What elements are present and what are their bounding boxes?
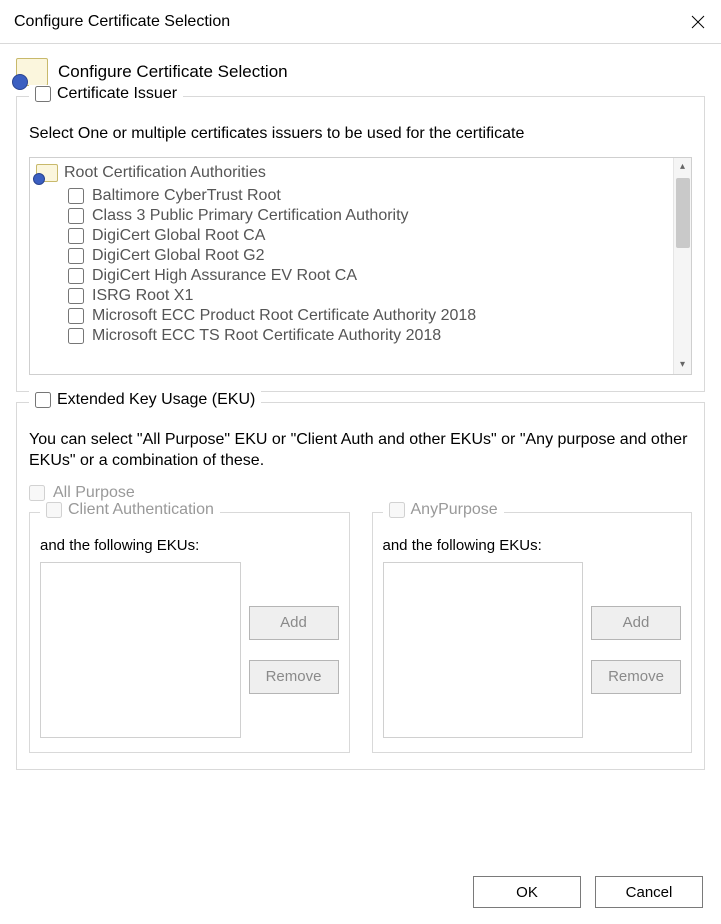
eku-instruction: You can select "All Purpose" EKU or "Cli… [29, 429, 692, 472]
issuer-item-label: Baltimore CyberTrust Root [92, 187, 281, 205]
issuer-item-checkbox[interactable] [68, 308, 84, 324]
eku-label: Extended Key Usage (EKU) [57, 391, 255, 409]
panel-any-purpose: AnyPurpose and the following EKUs: Add R… [372, 512, 693, 753]
certificate-icon [16, 58, 48, 86]
issuer-item-label: ISRG Root X1 [92, 287, 193, 305]
client-auth-legend-label: Client Authentication [68, 501, 214, 519]
scrollbar[interactable]: ▴ ▾ [673, 158, 691, 374]
issuer-item[interactable]: DigiCert Global Root CA [68, 226, 669, 246]
all-purpose-row: All Purpose [29, 484, 692, 502]
issuer-item[interactable]: DigiCert Global Root G2 [68, 246, 669, 266]
scroll-down-icon[interactable]: ▾ [674, 356, 691, 374]
dialog-footer: OK Cancel [473, 876, 703, 908]
any-purpose-desc: and the following EKUs: [383, 537, 682, 554]
eku-subpanels: Client Authentication and the following … [29, 512, 692, 753]
issuer-item[interactable]: Class 3 Public Primary Certification Aut… [68, 206, 669, 226]
issuer-item-label: DigiCert High Assurance EV Root CA [92, 267, 357, 285]
all-purpose-label: All Purpose [53, 484, 135, 502]
issuer-item-label: DigiCert Global Root CA [92, 227, 265, 245]
client-auth-checkbox[interactable] [46, 502, 62, 518]
issuer-item-label: Class 3 Public Primary Certification Aut… [92, 207, 409, 225]
issuer-item[interactable]: Microsoft ECC TS Root Certificate Author… [68, 326, 669, 346]
any-purpose-legend-label: AnyPurpose [411, 501, 498, 519]
client-auth-add-button[interactable]: Add [249, 606, 339, 640]
any-purpose-remove-button[interactable]: Remove [591, 660, 681, 694]
issuer-root-node[interactable]: Root Certification Authorities [34, 162, 669, 184]
issuer-instruction: Select One or multiple certificates issu… [29, 123, 692, 145]
issuer-item-checkbox[interactable] [68, 328, 84, 344]
group-eku: Extended Key Usage (EKU) You can select … [16, 402, 705, 770]
any-purpose-checkbox[interactable] [389, 502, 405, 518]
issuer-item[interactable]: Microsoft ECC Product Root Certificate A… [68, 306, 669, 326]
client-auth-desc: and the following EKUs: [40, 537, 339, 554]
certificate-issuer-label: Certificate Issuer [57, 85, 177, 103]
scroll-up-icon[interactable]: ▴ [674, 158, 691, 176]
issuer-item-checkbox[interactable] [68, 208, 84, 224]
panel-client-auth-legend: Client Authentication [40, 501, 220, 519]
issuer-item-checkbox[interactable] [68, 228, 84, 244]
any-purpose-add-button[interactable]: Add [591, 606, 681, 640]
issuer-tree[interactable]: Root Certification Authorities Baltimore… [29, 157, 692, 375]
dialog-content: Configure Certificate Selection Certific… [0, 44, 721, 770]
issuer-item-label: Microsoft ECC TS Root Certificate Author… [92, 327, 441, 345]
client-auth-list[interactable] [40, 562, 241, 738]
issuer-root-label: Root Certification Authorities [64, 164, 266, 182]
group-certificate-issuer-legend: Certificate Issuer [29, 85, 183, 103]
all-purpose-checkbox[interactable] [29, 485, 45, 501]
window-title: Configure Certificate Selection [14, 13, 230, 31]
certificate-icon [36, 164, 58, 182]
eku-checkbox[interactable] [35, 392, 51, 408]
client-auth-remove-button[interactable]: Remove [249, 660, 339, 694]
group-certificate-issuer: Certificate Issuer Select One or multipl… [16, 96, 705, 392]
issuer-item-checkbox[interactable] [68, 268, 84, 284]
cancel-button[interactable]: Cancel [595, 876, 703, 908]
any-purpose-list[interactable] [383, 562, 584, 738]
panel-client-auth: Client Authentication and the following … [29, 512, 350, 753]
dialog-header: Configure Certificate Selection [16, 58, 705, 86]
issuer-item[interactable]: ISRG Root X1 [68, 286, 669, 306]
certificate-issuer-checkbox[interactable] [35, 86, 51, 102]
dialog-title: Configure Certificate Selection [58, 62, 288, 82]
issuer-item-checkbox[interactable] [68, 188, 84, 204]
panel-any-purpose-legend: AnyPurpose [383, 501, 504, 519]
issuer-item-label: Microsoft ECC Product Root Certificate A… [92, 307, 476, 325]
issuer-item-label: DigiCert Global Root G2 [92, 247, 265, 265]
close-icon[interactable] [689, 13, 707, 31]
group-eku-legend: Extended Key Usage (EKU) [29, 391, 261, 409]
issuer-item[interactable]: Baltimore CyberTrust Root [68, 186, 669, 206]
titlebar: Configure Certificate Selection [0, 0, 721, 44]
issuer-item-checkbox[interactable] [68, 248, 84, 264]
ok-button[interactable]: OK [473, 876, 581, 908]
issuer-item-checkbox[interactable] [68, 288, 84, 304]
scroll-thumb[interactable] [676, 178, 690, 248]
issuer-item[interactable]: DigiCert High Assurance EV Root CA [68, 266, 669, 286]
